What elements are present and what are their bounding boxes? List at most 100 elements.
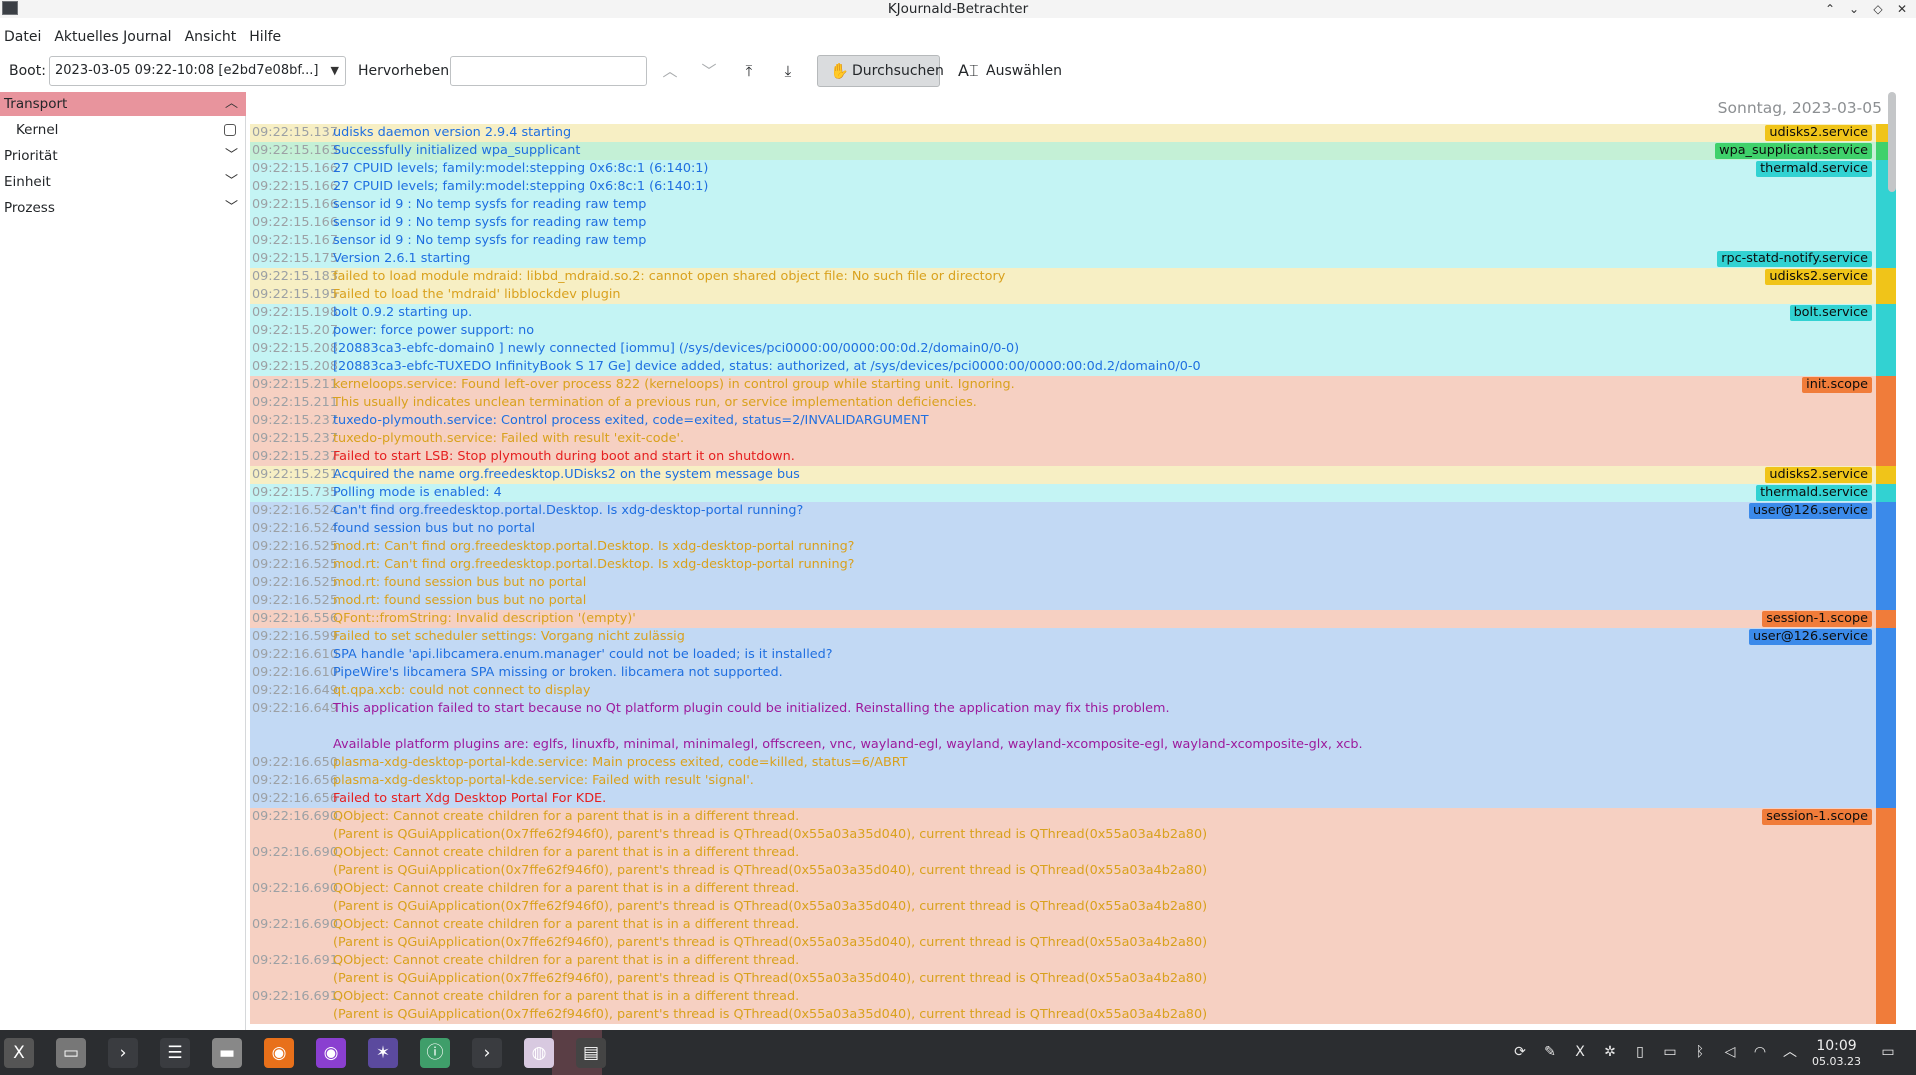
boot-select[interactable]: 2023-03-05 09:22-10:08 [e2bd7e08bf...] ▼: [49, 56, 346, 86]
log-line[interactable]: 09:22:16.656 plasma-xdg-desktop-portal-kd…: [250, 772, 1896, 790]
expand-icon[interactable]: ︿: [1780, 1042, 1800, 1062]
sidebar-item-transport[interactable]: Transport ︿: [0, 92, 246, 116]
log-line[interactable]: [250, 718, 1896, 736]
log-line[interactable]: 09:22:15.163 Successfully initialized wpa…: [250, 142, 1896, 160]
log-line[interactable]: 09:22:15.208 [20883ca3-ebfc-domain0 ] new…: [250, 340, 1896, 358]
log-line[interactable]: 09:22:16.525 mod.rt: Can't find org.freed…: [250, 556, 1896, 574]
log-line[interactable]: 09:22:16.690 QObject: Cannot create child…: [250, 808, 1896, 826]
kjournald-icon[interactable]: ▤: [576, 1038, 606, 1068]
log-line[interactable]: 09:22:16.556 QFont::fromString: Invalid d…: [250, 610, 1896, 628]
battery-icon[interactable]: ▭: [1660, 1042, 1680, 1062]
menu-view[interactable]: Ansicht: [181, 26, 244, 48]
close-icon[interactable]: ✕: [1893, 0, 1911, 18]
log-line[interactable]: 09:22:16.610 SPA handle 'api.libcamera.en…: [250, 646, 1896, 664]
updates-icon[interactable]: ⟳: [1510, 1042, 1530, 1062]
clipboard-icon[interactable]: ▯: [1630, 1042, 1650, 1062]
menu-current-journal[interactable]: Aktuelles Journal: [50, 26, 178, 48]
log-line[interactable]: (Parent is QGuiApplication(0x7ffe62f946f…: [250, 1006, 1896, 1024]
network-tool-icon[interactable]: ✶: [368, 1038, 398, 1068]
sidebar-item-kernel[interactable]: Kernel: [0, 118, 246, 142]
journal-log-view[interactable]: Sonntag, 2023-03-05 09:22:15.137 udisks d…: [250, 92, 1896, 1030]
log-line[interactable]: 09:22:16.691 QObject: Cannot create child…: [250, 988, 1896, 1006]
log-line[interactable]: 09:22:15.166 sensor id 9 : No temp sysfs …: [250, 196, 1896, 214]
log-line[interactable]: 09:22:16.610 PipeWire's libcamera SPA mis…: [250, 664, 1896, 682]
firefox-dev-icon[interactable]: ◉: [316, 1038, 346, 1068]
network-icon[interactable]: ✲: [1600, 1042, 1620, 1062]
highlight-input[interactable]: [450, 56, 647, 86]
previous-highlight-icon[interactable]: ︿: [655, 57, 685, 85]
log-line[interactable]: 09:22:15.167 sensor id 9 : No temp sysfs …: [250, 232, 1896, 250]
next-highlight-icon[interactable]: ﹀: [694, 57, 724, 85]
menu-file[interactable]: Datei: [0, 26, 48, 48]
log-line[interactable]: 09:22:15.251 Acquired the name org.freede…: [250, 466, 1896, 484]
log-line[interactable]: 09:22:16.524 found session bus but no por…: [250, 520, 1896, 538]
browse-button[interactable]: ✋ Durchsuchen: [817, 55, 944, 87]
info-center-icon[interactable]: ⓘ: [420, 1038, 450, 1068]
log-line[interactable]: 09:22:16.690 QObject: Cannot create child…: [250, 844, 1896, 862]
log-line[interactable]: 09:22:16.649 qt.qpa.xcb: could not connec…: [250, 682, 1896, 700]
select-button[interactable]: A⌶ Auswählen: [956, 55, 1062, 87]
sidebar-item-unit[interactable]: Einheit ﹀: [0, 170, 246, 194]
log-line[interactable]: (Parent is QGuiApplication(0x7ffe62f946f…: [250, 898, 1896, 916]
konsole-icon[interactable]: ›: [472, 1038, 502, 1068]
file-manager-icon[interactable]: ▬: [212, 1038, 242, 1068]
scroll-to-bottom-icon[interactable]: ⤓: [773, 57, 803, 85]
log-line[interactable]: 09:22:15.207 power: force power support: …: [250, 322, 1896, 340]
log-line[interactable]: Available platform plugins are: eglfs, l…: [250, 736, 1896, 754]
clock[interactable]: 10:09 05.03.23: [1812, 1038, 1861, 1070]
sidebar-item-priority[interactable]: Priorität ﹀: [0, 144, 246, 168]
log-line[interactable]: 09:22:15.237 tuxedo-plymouth.service: Con…: [250, 412, 1896, 430]
unit-tag: session-1.scope: [1762, 809, 1872, 825]
log-line[interactable]: 09:22:16.525 mod.rt: found session bus bu…: [250, 574, 1896, 592]
log-line[interactable]: 09:22:16.525 mod.rt: found session bus bu…: [250, 592, 1896, 610]
log-line[interactable]: 09:22:15.237 Failed to start LSB: Stop pl…: [250, 448, 1896, 466]
terminal-icon[interactable]: ›: [108, 1038, 138, 1068]
log-line[interactable]: 09:22:16.690 QObject: Cannot create child…: [250, 916, 1896, 934]
bluetooth-icon[interactable]: ᛒ: [1690, 1042, 1710, 1062]
log-line[interactable]: 09:22:15.166 27 CPUID levels; family:mode…: [250, 160, 1896, 178]
sidebar-item-label: Einheit: [4, 174, 51, 190]
log-line[interactable]: (Parent is QGuiApplication(0x7ffe62f946f…: [250, 934, 1896, 952]
files-icon[interactable]: ▭: [56, 1038, 86, 1068]
launcher-icon[interactable]: X: [4, 1038, 34, 1068]
log-line[interactable]: 09:22:16.650 plasma-xdg-desktop-portal-kd…: [250, 754, 1896, 772]
settings-icon[interactable]: ☰: [160, 1038, 190, 1068]
log-line[interactable]: 09:22:15.198 bolt 0.9.2 starting up. bolt.…: [250, 304, 1896, 322]
maximize-icon[interactable]: ◇: [1869, 0, 1887, 18]
log-line[interactable]: 09:22:16.524 Can't find org.freedesktop.p…: [250, 502, 1896, 520]
x-icon[interactable]: X: [1570, 1042, 1590, 1062]
log-line[interactable]: 09:22:16.525 mod.rt: Can't find org.freed…: [250, 538, 1896, 556]
volume-icon[interactable]: ◁: [1720, 1042, 1740, 1062]
log-line[interactable]: 09:22:15.211 kerneloops.service: Found le…: [250, 376, 1896, 394]
log-line[interactable]: 09:22:15.208 [20883ca3-ebfc-TUXEDO Infini…: [250, 358, 1896, 376]
log-line[interactable]: 09:22:16.690 QObject: Cannot create child…: [250, 880, 1896, 898]
sidebar-item-process[interactable]: Prozess ﹀: [0, 196, 246, 220]
kernel-checkbox[interactable]: [224, 124, 236, 136]
wifi-icon[interactable]: ◠: [1750, 1042, 1770, 1062]
log-line[interactable]: 09:22:15.211 This usually indicates uncle…: [250, 394, 1896, 412]
log-line[interactable]: 09:22:15.237 tuxedo-plymouth.service: Fai…: [250, 430, 1896, 448]
log-line[interactable]: 09:22:16.691 QObject: Cannot create child…: [250, 952, 1896, 970]
log-line[interactable]: 09:22:15.137 udisks daemon version 2.9.4 …: [250, 124, 1896, 142]
log-line[interactable]: (Parent is QGuiApplication(0x7ffe62f946f…: [250, 862, 1896, 880]
show-desktop-icon[interactable]: ▭: [1878, 1042, 1898, 1062]
log-line[interactable]: 09:22:16.649 This application failed to s…: [250, 700, 1896, 718]
log-line[interactable]: 09:22:15.175 Version 2.6.1 starting rpc-st…: [250, 250, 1896, 268]
log-line[interactable]: 09:22:15.166 sensor id 9 : No temp sysfs …: [250, 214, 1896, 232]
log-line[interactable]: 09:22:15.183 failed to load module mdraid…: [250, 268, 1896, 286]
minimize-icon[interactable]: ⌄: [1845, 0, 1863, 18]
log-line[interactable]: 09:22:16.599 Failed to set scheduler sett…: [250, 628, 1896, 646]
firefox-icon[interactable]: ◉: [264, 1038, 294, 1068]
menu-help[interactable]: Hilfe: [245, 26, 288, 48]
log-line[interactable]: 09:22:15.195 Failed to load the 'mdraid' …: [250, 286, 1896, 304]
scroll-to-top-icon[interactable]: ⤒: [734, 57, 764, 85]
scrollbar[interactable]: [1888, 92, 1896, 192]
log-line[interactable]: (Parent is QGuiApplication(0x7ffe62f946f…: [250, 970, 1896, 988]
log-line[interactable]: 09:22:15.735 Polling mode is enabled: 4 th…: [250, 484, 1896, 502]
log-line[interactable]: 09:22:16.656 Failed to start Xdg Desktop …: [250, 790, 1896, 808]
keep-above-icon[interactable]: ⌃: [1821, 0, 1839, 18]
pen-icon[interactable]: ✎: [1540, 1042, 1560, 1062]
browser-icon[interactable]: ◍: [524, 1038, 554, 1068]
log-line[interactable]: (Parent is QGuiApplication(0x7ffe62f946f…: [250, 826, 1896, 844]
log-line[interactable]: 09:22:15.166 27 CPUID levels; family:mode…: [250, 178, 1896, 196]
